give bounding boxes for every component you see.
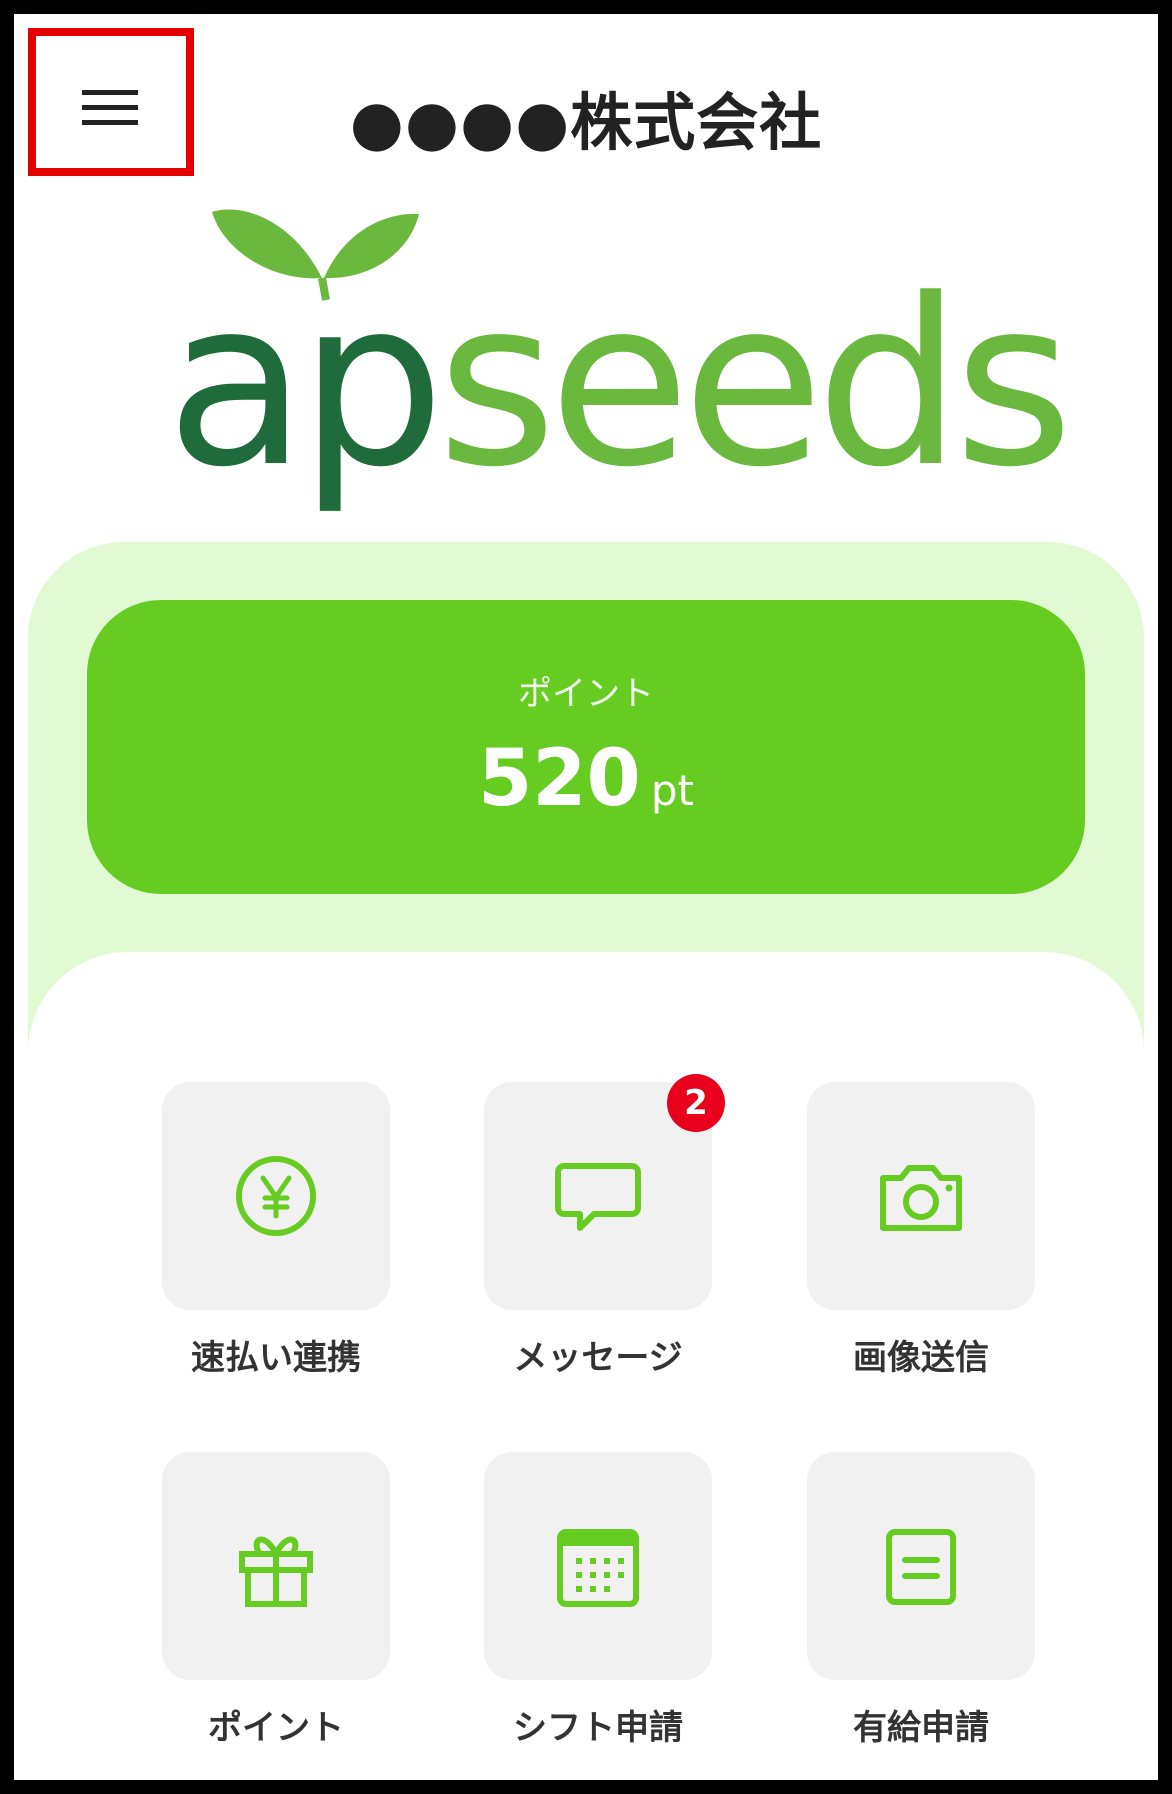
logo-ap: ap	[166, 251, 445, 518]
points-unit: pt	[650, 766, 694, 815]
apseeds-logo: apseeds	[154, 174, 1074, 500]
menu-tile-points[interactable]	[162, 1452, 390, 1680]
points-label: ポイント	[518, 674, 654, 714]
menu-tile-quick-pay[interactable]	[162, 1082, 390, 1310]
logo-wordmark: apseeds	[166, 270, 1074, 500]
menu-label-paid-leave: 有給申請	[853, 1708, 989, 1748]
points-value: 520	[478, 734, 641, 824]
calendar-icon	[557, 1529, 639, 1607]
yen-coin-icon	[236, 1156, 316, 1236]
menu-tile-shift-request[interactable]	[484, 1452, 712, 1680]
document-icon	[886, 1529, 956, 1605]
points-card[interactable]: ポイント 520 pt	[87, 600, 1085, 894]
menu-tile-paid-leave[interactable]	[807, 1452, 1035, 1680]
menu-label-image-send: 画像送信	[853, 1338, 989, 1378]
message-badge: 2	[667, 1074, 725, 1132]
menu-label-quick-pay: 速払い連携	[191, 1338, 361, 1378]
camera-icon	[880, 1165, 962, 1231]
logo-seeds: seeds	[436, 251, 1074, 518]
points-value-row: 520 pt	[87, 734, 1085, 824]
company-name: ●●●●株式会社	[349, 86, 823, 159]
menu-tile-image-send[interactable]	[807, 1082, 1035, 1310]
chat-bubble-icon	[555, 1163, 641, 1231]
menu-label-message: メッセージ	[513, 1338, 683, 1378]
app-screen: ●●●●株式会社 apseeds ポイント 520 pt 速払い連携 2 メッセー…	[0, 0, 1172, 1794]
menu-label-points: ポイント	[208, 1708, 344, 1748]
menu-label-shift-request: シフト申請	[513, 1708, 683, 1748]
gift-icon	[239, 1536, 313, 1607]
